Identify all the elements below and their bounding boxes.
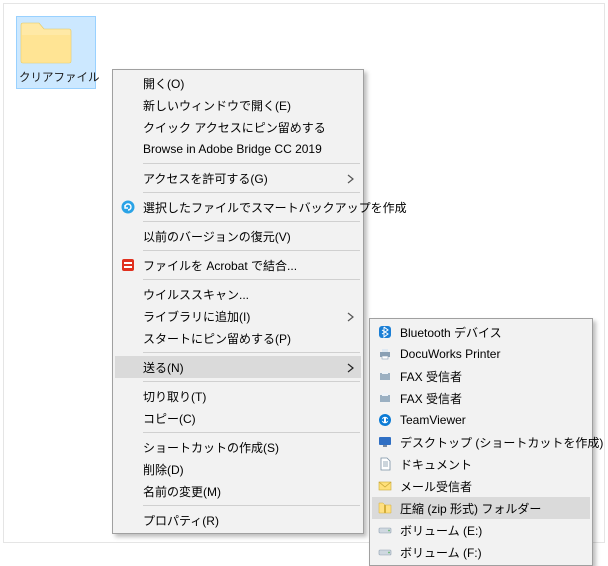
menu-label: FAX 受信者 (400, 390, 462, 407)
folder-item[interactable]: クリアファイル (16, 16, 96, 89)
sendto-documents[interactable]: ドキュメント (372, 453, 590, 475)
sendto-volume-e[interactable]: ボリューム (E:) (372, 519, 590, 541)
menu-label: ドキュメント (400, 456, 472, 473)
menu-browse-bridge[interactable]: Browse in Adobe Bridge CC 2019 (115, 138, 361, 160)
submenu-arrow-icon (347, 311, 355, 325)
desktop-icon (376, 433, 394, 451)
fax-icon (376, 367, 394, 385)
menu-virus-scan[interactable]: ウイルススキャン... (115, 283, 361, 305)
menu-separator (143, 250, 360, 251)
menu-label: Browse in Adobe Bridge CC 2019 (143, 142, 322, 156)
desktop-area: クリアファイル 開く(O) 新しいウィンドウで開く(E) クイック アクセスにピ… (3, 3, 605, 543)
menu-label: 選択したファイルでスマートバックアップを作成 (143, 199, 407, 216)
menu-open-new-window[interactable]: 新しいウィンドウで開く(E) (115, 94, 361, 116)
document-icon (376, 455, 394, 473)
menu-label: コピー(C) (143, 410, 196, 427)
menu-label: プロパティ(R) (143, 512, 219, 529)
menu-restore-previous[interactable]: 以前のバージョンの復元(V) (115, 225, 361, 247)
menu-label: ウイルススキャン... (143, 286, 249, 303)
menu-delete[interactable]: 削除(D) (115, 458, 361, 480)
backup-icon (119, 198, 137, 216)
menu-grant-access[interactable]: アクセスを許可する(G) (115, 167, 361, 189)
menu-properties[interactable]: プロパティ(R) (115, 509, 361, 531)
folder-icon (19, 21, 93, 65)
menu-label: 圧縮 (zip 形式) フォルダー (400, 500, 541, 517)
submenu-arrow-icon (347, 362, 355, 376)
menu-label: スタートにピン留めする(P) (143, 330, 291, 347)
zip-folder-icon (376, 499, 394, 517)
menu-label: 送る(N) (143, 359, 184, 376)
menu-separator (143, 221, 360, 222)
menu-create-shortcut[interactable]: ショートカットの作成(S) (115, 436, 361, 458)
submenu-arrow-icon (347, 173, 355, 187)
menu-label: DocuWorks Printer (400, 347, 500, 361)
sendto-teamviewer[interactable]: TeamViewer (372, 409, 590, 431)
menu-label: アクセスを許可する(G) (143, 170, 268, 187)
menu-copy[interactable]: コピー(C) (115, 407, 361, 429)
menu-label: クイック アクセスにピン留めする (143, 119, 326, 136)
printer-icon (376, 345, 394, 363)
menu-separator (143, 163, 360, 164)
menu-label: 以前のバージョンの復元(V) (143, 228, 291, 245)
menu-label: 削除(D) (143, 461, 184, 478)
context-menu: 開く(O) 新しいウィンドウで開く(E) クイック アクセスにピン留めする Br… (112, 69, 364, 534)
menu-label: 新しいウィンドウで開く(E) (143, 97, 291, 114)
menu-label: ボリューム (E:) (400, 522, 482, 539)
folder-label: クリアファイル (19, 69, 93, 85)
menu-pin-quick-access[interactable]: クイック アクセスにピン留めする (115, 116, 361, 138)
teamviewer-icon (376, 411, 394, 429)
fax-icon (376, 389, 394, 407)
drive-icon (376, 521, 394, 539)
menu-label: FAX 受信者 (400, 368, 462, 385)
menu-combine-acrobat[interactable]: ファイルを Acrobat で結合... (115, 254, 361, 276)
pdf-icon (119, 256, 137, 274)
sendto-bluetooth[interactable]: Bluetooth デバイス (372, 321, 590, 343)
menu-label: TeamViewer (400, 413, 466, 427)
menu-open[interactable]: 開く(O) (115, 72, 361, 94)
sendto-docuworks[interactable]: DocuWorks Printer (372, 343, 590, 365)
sendto-desktop[interactable]: デスクトップ (ショートカットを作成) (372, 431, 590, 453)
sendto-fax-recipient-2[interactable]: FAX 受信者 (372, 387, 590, 409)
menu-rename[interactable]: 名前の変更(M) (115, 480, 361, 502)
menu-label: メール受信者 (400, 478, 472, 495)
menu-send-to[interactable]: 送る(N) (115, 356, 361, 378)
sendto-fax-recipient[interactable]: FAX 受信者 (372, 365, 590, 387)
sendto-mail[interactable]: メール受信者 (372, 475, 590, 497)
menu-add-to-library[interactable]: ライブラリに追加(I) (115, 305, 361, 327)
mail-icon (376, 477, 394, 495)
menu-separator (143, 381, 360, 382)
menu-label: 切り取り(T) (143, 388, 206, 405)
menu-label: ライブラリに追加(I) (143, 308, 250, 325)
menu-separator (143, 192, 360, 193)
send-to-submenu: Bluetooth デバイス DocuWorks Printer FAX 受信者… (369, 318, 593, 566)
sendto-compressed-folder[interactable]: 圧縮 (zip 形式) フォルダー (372, 497, 590, 519)
menu-separator (143, 505, 360, 506)
menu-separator (143, 432, 360, 433)
menu-cut[interactable]: 切り取り(T) (115, 385, 361, 407)
menu-label: 開く(O) (143, 75, 184, 92)
sendto-volume-f[interactable]: ボリューム (F:) (372, 541, 590, 563)
bluetooth-icon (376, 323, 394, 341)
menu-smart-backup[interactable]: 選択したファイルでスマートバックアップを作成 (115, 196, 361, 218)
menu-label: ショートカットの作成(S) (143, 439, 279, 456)
menu-label: ファイルを Acrobat で結合... (143, 257, 297, 274)
menu-label: 名前の変更(M) (143, 483, 221, 500)
menu-pin-to-start[interactable]: スタートにピン留めする(P) (115, 327, 361, 349)
menu-separator (143, 352, 360, 353)
menu-label: Bluetooth デバイス (400, 324, 502, 341)
menu-separator (143, 279, 360, 280)
menu-label: ボリューム (F:) (400, 544, 482, 561)
menu-label: デスクトップ (ショートカットを作成) (400, 434, 603, 451)
